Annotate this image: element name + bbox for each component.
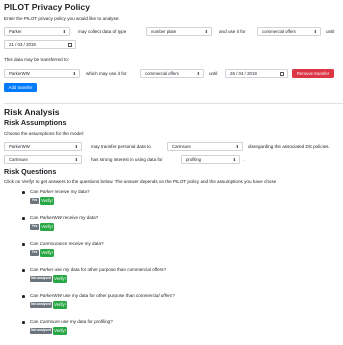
risk-analysis-title: Risk Analysis bbox=[4, 107, 60, 117]
assumption1-target-value: CarInsure bbox=[172, 144, 191, 149]
transfer-until-label: until bbox=[209, 70, 218, 76]
assumption2-purpose-value: profiling bbox=[186, 157, 202, 162]
bullet bbox=[22, 243, 25, 246]
status-badge: Yes bbox=[30, 250, 39, 256]
purpose-select-value: commercial offers bbox=[262, 29, 296, 34]
data-type-select[interactable]: number plate ⬍ bbox=[146, 27, 212, 36]
use-for-label: and use it for bbox=[219, 28, 246, 34]
assumption2-entity-select[interactable]: CarInsure ⬍ bbox=[4, 155, 82, 164]
chevron-updown-icon: ⬍ bbox=[74, 157, 78, 162]
assumption1-entity-value: ParkerWW bbox=[9, 144, 30, 149]
transfer-purpose-select[interactable]: commercial offers ⬍ bbox=[140, 69, 204, 78]
chevron-updown-icon: ⬍ bbox=[196, 71, 200, 76]
question-text: Can CarInsure use my data for profiling? bbox=[30, 319, 113, 324]
transfer-intro: This data may be transferred to: bbox=[4, 57, 70, 62]
question-text: Can Parker use my data for other purpose… bbox=[30, 267, 167, 272]
question-text: Can ParkerWW use my data for other purpo… bbox=[30, 293, 175, 298]
may-collect-label: may collect data of type bbox=[78, 28, 127, 34]
add-transfer-button[interactable]: Add transfer bbox=[4, 83, 37, 92]
page-subtitle: Enter the PILOT privacy policy you would… bbox=[4, 16, 120, 21]
risk-questions-title: Risk Questions bbox=[4, 167, 57, 176]
assumption2-text: has strong interest in using data for bbox=[91, 156, 163, 162]
bullet bbox=[22, 191, 25, 194]
chevron-updown-icon: ⬍ bbox=[72, 71, 76, 76]
status-badge: Yes bbox=[30, 198, 39, 204]
remove-transfer-button[interactable]: Remove transfer bbox=[292, 69, 334, 78]
question-text: Can CarInsurance receive my data? bbox=[30, 241, 104, 246]
status-badge: Yes bbox=[30, 224, 39, 230]
assumptions-intro: Choose the assumptions for the model: bbox=[4, 131, 84, 136]
assumption1-entity-select[interactable]: ParkerWW ⬍ bbox=[4, 142, 82, 151]
transfer-entity-select[interactable]: ParkerWW ⬍ bbox=[4, 69, 80, 78]
chevron-updown-icon: ⬍ bbox=[235, 144, 239, 149]
entity-select[interactable]: Parker ⬍ bbox=[4, 27, 70, 36]
risk-assumptions-title: Risk Assumptions bbox=[4, 118, 67, 127]
app-root: PILOT Privacy Policy Enter the PILOT pri… bbox=[0, 0, 343, 345]
assumption1-text: may transfer personal data to bbox=[91, 143, 151, 149]
status-badge: Not analysed bbox=[30, 276, 52, 282]
data-type-select-value: number plate bbox=[151, 29, 177, 34]
assumption1-target-select[interactable]: CarInsure ⬍ bbox=[167, 142, 243, 151]
page-title: PILOT Privacy Policy bbox=[4, 2, 90, 12]
transfer-until-date-input[interactable]: 26 / 04 / 2019 bbox=[225, 69, 288, 78]
chevron-updown-icon: ⬍ bbox=[74, 144, 78, 149]
assumption2-purpose-select[interactable]: profiling ⬍ bbox=[181, 155, 240, 164]
transfer-use-for-label: which may use it for bbox=[86, 70, 127, 76]
question-text: Can Parker receive my data? bbox=[30, 189, 90, 194]
question-text: Can ParkerWW receive my data? bbox=[30, 215, 99, 220]
verify-button[interactable]: Verify! bbox=[40, 196, 54, 205]
assumption1-suffix: disregarding the associated DS policies. bbox=[248, 143, 330, 149]
until-label: until bbox=[326, 28, 335, 34]
purpose-select[interactable]: commercial offers ⬍ bbox=[257, 27, 321, 36]
status-badge: Not analysed bbox=[30, 328, 52, 334]
bullet bbox=[22, 269, 25, 272]
assumption2-entity-value: CarInsure bbox=[9, 157, 28, 162]
calendar-icon[interactable] bbox=[68, 43, 72, 47]
verify-button[interactable]: Verify! bbox=[53, 300, 67, 309]
calendar-icon[interactable] bbox=[280, 72, 284, 76]
assumption2-suffix: . bbox=[244, 156, 246, 162]
verify-button[interactable]: Verify! bbox=[40, 222, 54, 231]
collect-until-date-value: 21 / 03 / 2019 bbox=[9, 42, 36, 47]
verify-button[interactable]: Verify! bbox=[53, 274, 67, 283]
transfer-until-date-value: 26 / 04 / 2019 bbox=[230, 71, 257, 76]
status-badge: Not analysed bbox=[30, 302, 52, 308]
verify-button[interactable]: Verify! bbox=[40, 248, 54, 257]
entity-select-value: Parker bbox=[9, 29, 22, 34]
questions-intro: Click on Verify! to get answers to the q… bbox=[4, 179, 277, 184]
bullet bbox=[22, 321, 25, 324]
verify-button[interactable]: Verify! bbox=[53, 326, 67, 335]
collect-until-date-input[interactable]: 21 / 03 / 2019 bbox=[4, 40, 76, 49]
chevron-updown-icon: ⬍ bbox=[62, 29, 66, 34]
transfer-entity-select-value: ParkerWW bbox=[9, 71, 30, 76]
transfer-purpose-select-value: commercial offers bbox=[145, 71, 179, 76]
bullet bbox=[22, 217, 25, 220]
bullet bbox=[22, 295, 25, 298]
chevron-updown-icon: ⬍ bbox=[313, 29, 317, 34]
chevron-updown-icon: ⬍ bbox=[204, 29, 208, 34]
chevron-updown-icon: ⬍ bbox=[232, 157, 236, 162]
section-divider bbox=[4, 103, 343, 104]
